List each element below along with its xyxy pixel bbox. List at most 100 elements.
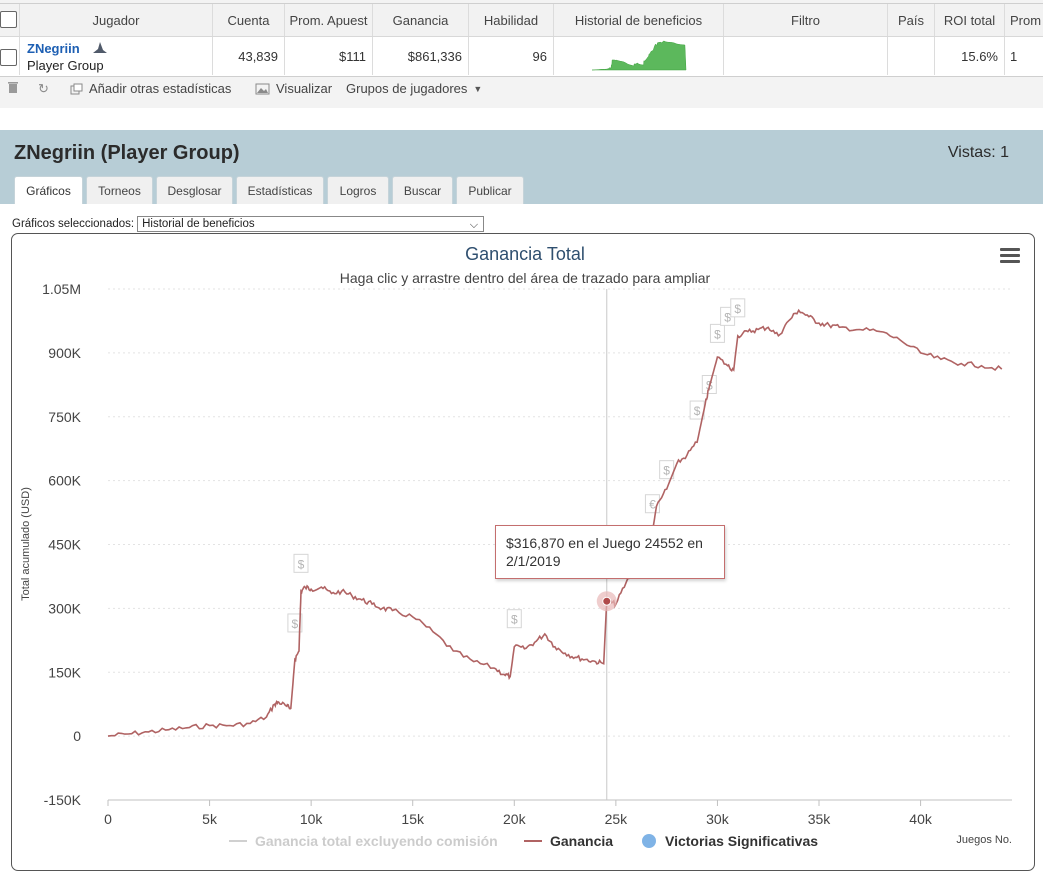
tab-torneos[interactable]: Torneos — [86, 176, 153, 204]
shark-icon — [93, 42, 107, 53]
add-stats-label: Añadir otras estadísticas — [89, 81, 232, 96]
col-prom[interactable]: Prom — [1005, 4, 1043, 36]
y-tick-label: 150K — [48, 664, 81, 680]
highlight-point — [602, 596, 612, 606]
significant-win-label: $ — [663, 464, 670, 478]
chart-selector-value: Historial de beneficios — [142, 218, 255, 230]
legend-ganancia[interactable]: Ganancia — [550, 833, 613, 849]
grid-toolbar: ↻ Añadir otras estadísticas Visualizar G… — [0, 76, 1043, 102]
significant-win-label: $ — [724, 310, 731, 324]
significant-win-flag[interactable]: $ — [293, 553, 309, 573]
chart-legend: Ganancia total excluyendo comisión Ganan… — [229, 833, 818, 849]
prom-value: 1 — [1010, 48, 1018, 64]
tab-publicar[interactable]: Publicar — [456, 176, 524, 204]
chart-tooltip: $316,870 en el Juego 24552 en 2/1/2019 — [495, 525, 725, 579]
col-avg-bet[interactable]: Prom. Apuest — [285, 4, 373, 36]
legend-swatch-wins — [642, 834, 656, 848]
x-tick-label: 40k — [909, 811, 933, 827]
select-all-cell — [0, 4, 20, 36]
x-tick-label: 5k — [202, 811, 218, 827]
visualize-label: Visualizar — [276, 81, 333, 96]
x-tick-label: 20k — [503, 811, 527, 827]
col-player[interactable]: Jugador — [20, 4, 213, 36]
col-profit[interactable]: Ganancia — [373, 4, 469, 36]
col-roi[interactable]: ROI total — [935, 4, 1005, 36]
significant-win-flag[interactable]: $ — [709, 323, 725, 343]
significant-win-label: $ — [298, 557, 305, 571]
significant-win-label: $ — [694, 404, 701, 418]
panel-header: ZNegriin (Player Group) Vistas: 1 Gráfic… — [0, 130, 1043, 204]
tooltip-line-2: 2/1/2019 — [506, 553, 561, 569]
y-axis-title: Total acumulado (USD) — [20, 487, 32, 601]
x-tick-label: 0 — [104, 811, 112, 827]
significant-win-label: $ — [714, 327, 721, 341]
legend-excl-commission[interactable]: Ganancia total excluyendo comisión — [255, 833, 498, 849]
significant-win-flag[interactable]: $ — [506, 609, 522, 629]
y-tick-label: 450K — [48, 537, 81, 553]
col-count[interactable]: Cuenta — [213, 4, 285, 36]
caret-down-icon: ▼ — [473, 83, 483, 94]
significant-win-label: € — [649, 498, 656, 512]
hamburger-menu-icon[interactable] — [1000, 248, 1020, 263]
country-value — [888, 37, 935, 75]
y-tick-label: 600K — [48, 473, 81, 489]
tooltip-line-1: $316,870 en el Juego 24552 en — [506, 535, 703, 551]
views-counter: Vistas: 1 — [947, 144, 1009, 161]
x-tick-label: 35k — [808, 811, 832, 827]
player-panel: ZNegriin (Player Group) Vistas: 1 Gráfic… — [0, 130, 1043, 892]
x-tick-label: 30k — [706, 811, 730, 827]
y-tick-label: 900K — [48, 345, 81, 361]
chart-selector-row: Gráficos seleccionados: Historial de ben… — [12, 216, 485, 232]
chart-selector[interactable]: Historial de beneficios ⌵ — [137, 216, 485, 232]
results-grid: Jugador Cuenta Prom. Apuest Ganancia Hab… — [0, 0, 1043, 108]
tab-estadisticas[interactable]: Estadísticas — [236, 176, 324, 204]
tab-graficos[interactable]: Gráficos — [14, 176, 83, 204]
player-groups-label: Grupos de jugadores — [346, 81, 468, 96]
x-tick-label: 15k — [401, 811, 425, 827]
significant-win-label: $ — [511, 613, 518, 627]
profit-history-sparkline — [554, 37, 724, 75]
table-row[interactable]: ZNegriin Player Group 43,839 $111 $861,3… — [0, 37, 1043, 75]
player-cell: ZNegriin Player Group — [0, 37, 213, 75]
y-tick-label: 0 — [73, 728, 81, 744]
col-country[interactable]: País — [888, 4, 935, 36]
visualize-button[interactable]: Visualizar — [255, 81, 332, 96]
col-skill[interactable]: Habilidad — [469, 4, 554, 36]
tab-logros[interactable]: Logros — [327, 176, 389, 204]
chart-selector-label: Gráficos seleccionados: — [12, 218, 135, 230]
results-table: Jugador Cuenta Prom. Apuest Ganancia Hab… — [0, 3, 1043, 77]
tab-desglosar[interactable]: Desglosar — [156, 176, 233, 204]
y-tick-label: 300K — [48, 600, 81, 616]
player-name-link[interactable]: ZNegriin — [27, 41, 80, 56]
add-columns-icon — [70, 83, 83, 94]
col-profit-history[interactable]: Historial de beneficios — [554, 4, 724, 36]
x-tick-label: 10k — [300, 811, 324, 827]
roi-value: 15.6% — [935, 37, 1005, 75]
table-header: Jugador Cuenta Prom. Apuest Ganancia Hab… — [0, 4, 1043, 37]
significant-win-label: $ — [292, 617, 299, 631]
player-groups-dropdown[interactable]: Grupos de jugadores ▼ — [346, 81, 482, 96]
count-value: 43,839 — [213, 37, 285, 75]
x-tick-label: 25k — [605, 811, 629, 827]
legend-significant-wins[interactable]: Victorias Significativas — [665, 833, 818, 849]
x-axis-ticks: 0 5k 10k 15k 20k 25k 30k 35k 40k — [104, 800, 933, 827]
chart-title: Ganancia Total — [465, 244, 585, 264]
add-stats-button[interactable]: Añadir otras estadísticas — [70, 81, 231, 96]
image-icon — [255, 83, 270, 94]
refresh-button[interactable]: ↻ — [38, 81, 49, 97]
profit-value: $861,336 — [373, 37, 469, 75]
significant-win-label: $ — [734, 302, 741, 316]
select-all-checkbox[interactable] — [0, 11, 17, 28]
y-axis-ticks: -150K 0 150K 300K 450K 600K 750K 900K 1.05M — [42, 281, 82, 808]
col-filter[interactable]: Filtro — [724, 4, 888, 36]
significant-win-flag[interactable]: $ — [730, 298, 746, 318]
y-tick-label: 750K — [48, 409, 81, 425]
skill-value: 96 — [469, 37, 554, 75]
tab-buscar[interactable]: Buscar — [392, 176, 453, 204]
player-group-label: Player Group — [27, 58, 104, 73]
avg-bet-value: $111 — [285, 37, 373, 75]
chevron-down-icon: ⌵ — [469, 219, 479, 231]
delete-button[interactable] — [7, 81, 19, 94]
x-axis-title: Juegos No. — [956, 834, 1012, 846]
panel-title: ZNegriin (Player Group) — [14, 142, 240, 164]
